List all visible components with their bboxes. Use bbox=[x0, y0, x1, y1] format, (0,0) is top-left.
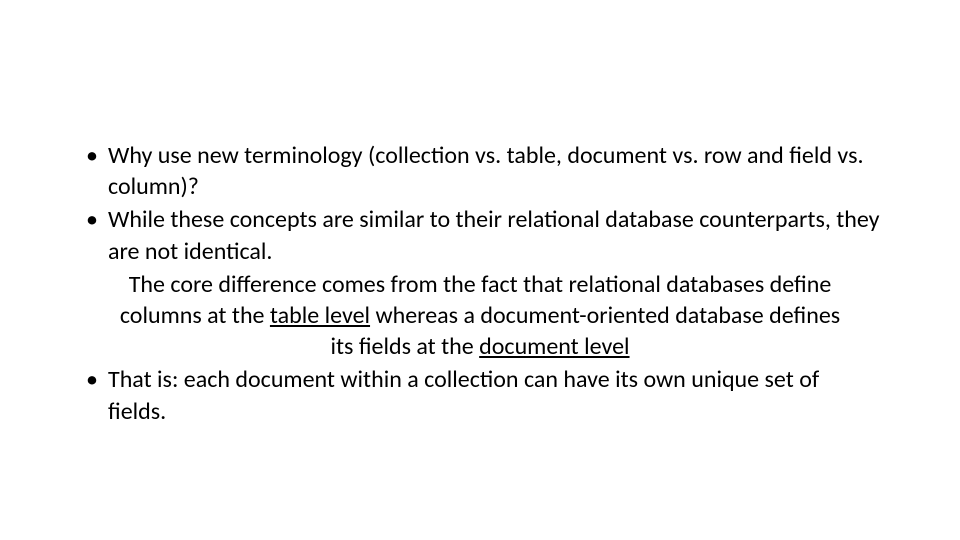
underline-2: document level bbox=[479, 332, 629, 361]
underline-1: table level bbox=[270, 301, 370, 330]
bullet-3: That is: each document within a collecti… bbox=[80, 364, 880, 426]
bullet-2: While these concepts are similar to thei… bbox=[80, 204, 880, 266]
bullet-list: Why use new terminology (collection vs. … bbox=[80, 140, 880, 267]
bullet-3-text: That is: each document within a collecti… bbox=[108, 365, 819, 425]
bullet-1-text: Why use new terminology (collection vs. … bbox=[108, 141, 864, 201]
bullet-1: Why use new terminology (collection vs. … bbox=[80, 140, 880, 202]
bullet-list-2: That is: each document within a collecti… bbox=[80, 364, 880, 426]
slide-content: Why use new terminology (collection vs. … bbox=[0, 0, 960, 540]
bullet-2-text: While these concepts are similar to thei… bbox=[108, 205, 880, 265]
sub-text: The core difference comes from the fact … bbox=[80, 269, 880, 363]
